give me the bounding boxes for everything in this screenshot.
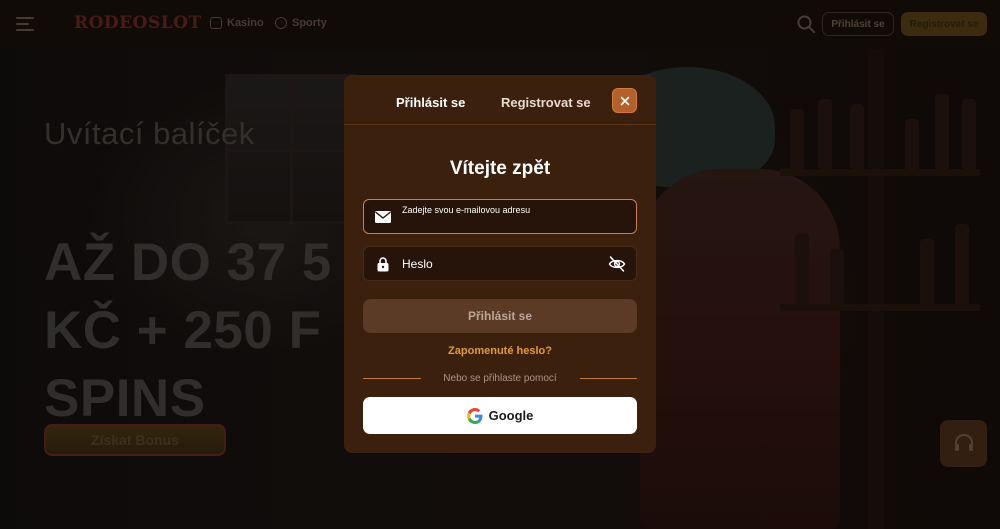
email-field[interactable]: Zadejte svou e-mailovou adresu: [363, 199, 637, 234]
forgot-password-link[interactable]: Zapomenuté heslo?: [344, 345, 656, 357]
lock-icon: [377, 257, 389, 272]
google-label: Google: [488, 408, 534, 423]
close-icon: [620, 96, 629, 105]
modal-title: Vítejte zpět: [449, 158, 551, 179]
close-button[interactable]: [612, 88, 637, 113]
google-login-button[interactable]: Google: [363, 397, 637, 434]
mail-icon: [375, 211, 391, 223]
password-placeholder: Heslo: [402, 257, 433, 271]
modal-tabs: Přihlásit se Registrovat se: [344, 75, 656, 125]
divider-line-right: [580, 378, 637, 379]
tab-register[interactable]: Registrovat se: [501, 95, 591, 110]
tab-login[interactable]: Přihlásit se: [396, 95, 465, 110]
google-icon: [466, 407, 483, 424]
email-placeholder: Zadejte svou e-mailovou adresu: [402, 205, 531, 215]
login-modal: Přihlásit se Registrovat se Vítejte zpět…: [344, 75, 656, 453]
social-divider: Nebo se přihlaste pomocí: [363, 373, 637, 385]
login-submit-button[interactable]: Přihlásit se: [363, 299, 637, 333]
password-field[interactable]: Heslo: [363, 246, 637, 281]
eye-off-icon[interactable]: [608, 255, 626, 273]
